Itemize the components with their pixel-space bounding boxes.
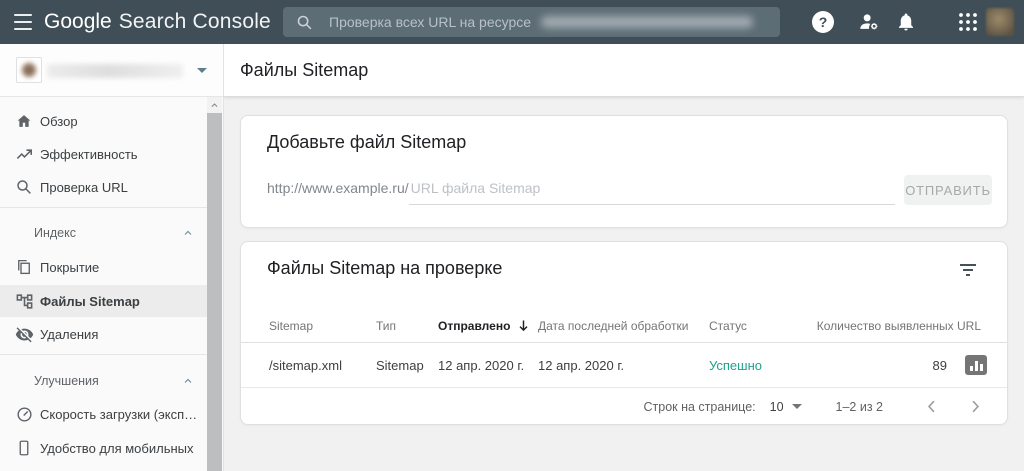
sitemap-url-row: http://www.example.ru/ <box>267 180 895 205</box>
sidebar-item-label: Файлы Sitemap <box>40 293 140 309</box>
cell-discovered-url-count: 89 <box>932 357 947 373</box>
previous-page-button[interactable] <box>923 399 939 415</box>
url-inspection-search-bar[interactable]: Проверка всех URL на ресурсе <box>283 7 780 37</box>
search-icon <box>297 15 312 29</box>
logo-search-console: Search Console <box>118 10 271 33</box>
app-logo[interactable]: Google Search Console <box>44 0 271 44</box>
property-favicon <box>16 57 42 83</box>
sidebar-item-overview[interactable]: Обзор <box>0 105 208 137</box>
cell-submitted-date: 12 апр. 2020 г. <box>438 357 525 373</box>
sidebar-item-label: Эффективность <box>40 146 138 162</box>
sidebar-item-sitemaps[interactable]: Файлы Sitemap <box>0 285 208 317</box>
help-icon[interactable]: ? <box>812 11 834 33</box>
coverage-pages-icon <box>14 257 34 277</box>
blurred-property-url <box>541 16 754 28</box>
column-header-submitted[interactable]: Отправлено <box>438 309 529 342</box>
rows-per-page-label: Строк на странице: <box>643 399 756 414</box>
cell-last-processed-date: 12 апр. 2020 г. <box>538 357 625 373</box>
sitemap-tree-icon <box>14 291 34 311</box>
mobile-phone-icon <box>14 438 34 458</box>
column-header-sitemap[interactable]: Sitemap <box>269 309 313 342</box>
sidebar-section-enhancements[interactable]: Улучшения <box>0 365 208 397</box>
sidebar-divider <box>0 354 208 355</box>
add-sitemap-title: Добавьте файл Sitemap <box>267 132 467 152</box>
speed-gauge-icon <box>14 404 34 424</box>
sidebar: Обзор Эффективность Проверка URL Индекс <box>0 44 224 471</box>
filter-icon[interactable] <box>959 262 977 278</box>
sidebar-item-label: Проверка URL <box>40 179 128 195</box>
column-header-last-processed[interactable]: Дата последней обработки <box>538 309 688 342</box>
bar-chart-icon <box>969 361 983 371</box>
table-pagination: Строк на странице: 10 1–2 из 2 <box>241 388 1007 425</box>
chevron-up-icon <box>182 374 194 392</box>
submitted-sitemaps-card: Файлы Sitemap на проверке Sitemap Тип От… <box>240 241 1008 425</box>
section-label: Улучшения <box>34 374 99 388</box>
column-header-discovered-urls[interactable]: Количество выявленных URL <box>817 309 981 342</box>
submitted-sitemaps-title: Файлы Sitemap на проверке <box>267 258 503 278</box>
page-header: Файлы Sitemap <box>224 44 1024 97</box>
sidebar-item-mobile-usability[interactable]: Удобство для мобильных <box>0 432 208 464</box>
sidebar-item-performance[interactable]: Эффективность <box>0 138 208 170</box>
sidebar-item-coverage[interactable]: Покрытие <box>0 251 208 283</box>
google-apps-grid-icon[interactable] <box>958 12 978 32</box>
sidebar-item-label: Обзор <box>40 113 78 129</box>
status-badge: Успешно <box>709 357 762 373</box>
blurred-property-name <box>47 64 183 78</box>
table-row[interactable]: /sitemap.xml Sitemap 12 апр. 2020 г. 12 … <box>241 343 1007 388</box>
sidebar-item-speed[interactable]: Скорость загрузки (экспер… <box>0 398 208 430</box>
sidebar-section-index[interactable]: Индекс <box>0 217 208 249</box>
add-sitemap-card: Добавьте файл Sitemap http://www.example… <box>240 115 1008 228</box>
submit-button[interactable]: ОТПРАВИТЬ <box>904 175 992 205</box>
sidebar-item-label: Удаления <box>40 326 99 342</box>
logo-google: Google <box>44 10 112 33</box>
sidebar-scrollbar[interactable] <box>207 97 222 471</box>
cell-type: Sitemap <box>376 357 424 373</box>
sidebar-item-url-inspection[interactable]: Проверка URL <box>0 171 208 203</box>
pagination-range: 1–2 из 2 <box>835 399 883 414</box>
sidebar-item-label: Удобство для мобильных <box>40 440 194 456</box>
top-app-bar: Google Search Console Проверка всех URL н… <box>0 0 1024 44</box>
scrollbar-up-arrow[interactable] <box>207 97 222 113</box>
manage-account-icon[interactable] <box>858 11 880 33</box>
property-selector[interactable] <box>0 44 223 97</box>
sidebar-divider <box>0 207 208 208</box>
rows-per-page-dropdown-icon[interactable] <box>791 404 802 409</box>
home-icon <box>14 111 34 131</box>
sidebar-item-label: Покрытие <box>40 259 100 275</box>
hamburger-menu-icon[interactable] <box>14 14 34 30</box>
chevron-down-icon <box>197 68 207 73</box>
column-header-label: Отправлено <box>438 318 511 333</box>
next-page-button[interactable] <box>967 399 983 415</box>
scrollbar-thumb[interactable] <box>207 113 222 471</box>
column-header-status[interactable]: Статус <box>709 309 747 342</box>
search-icon <box>14 177 34 197</box>
rows-per-page-value[interactable]: 10 <box>770 400 784 414</box>
chevron-up-icon <box>182 226 194 244</box>
sidebar-item-label: Скорость загрузки (экспер… <box>40 406 200 422</box>
eye-off-icon <box>14 324 34 344</box>
trending-up-icon <box>14 144 34 164</box>
cell-sitemap-path: /sitemap.xml <box>269 357 342 373</box>
search-placeholder: Проверка всех URL на ресурсе <box>329 14 532 30</box>
user-avatar[interactable] <box>986 8 1014 36</box>
sort-descending-icon <box>518 319 529 332</box>
section-label: Индекс <box>34 226 76 240</box>
url-prefix: http://www.example.ru/ <box>267 180 409 196</box>
sitemap-url-input[interactable] <box>408 180 895 205</box>
sidebar-item-removals[interactable]: Удаления <box>0 318 208 350</box>
page-title: Файлы Sitemap <box>240 60 369 80</box>
view-index-coverage-chart-button[interactable] <box>965 355 987 375</box>
google-search-console-window: Google Search Console Проверка всех URL н… <box>0 0 1024 471</box>
column-header-type[interactable]: Тип <box>376 309 396 342</box>
notifications-bell-icon[interactable] <box>896 12 916 32</box>
table-header-row: Sitemap Тип Отправлено Дата последней об… <box>241 309 1007 343</box>
